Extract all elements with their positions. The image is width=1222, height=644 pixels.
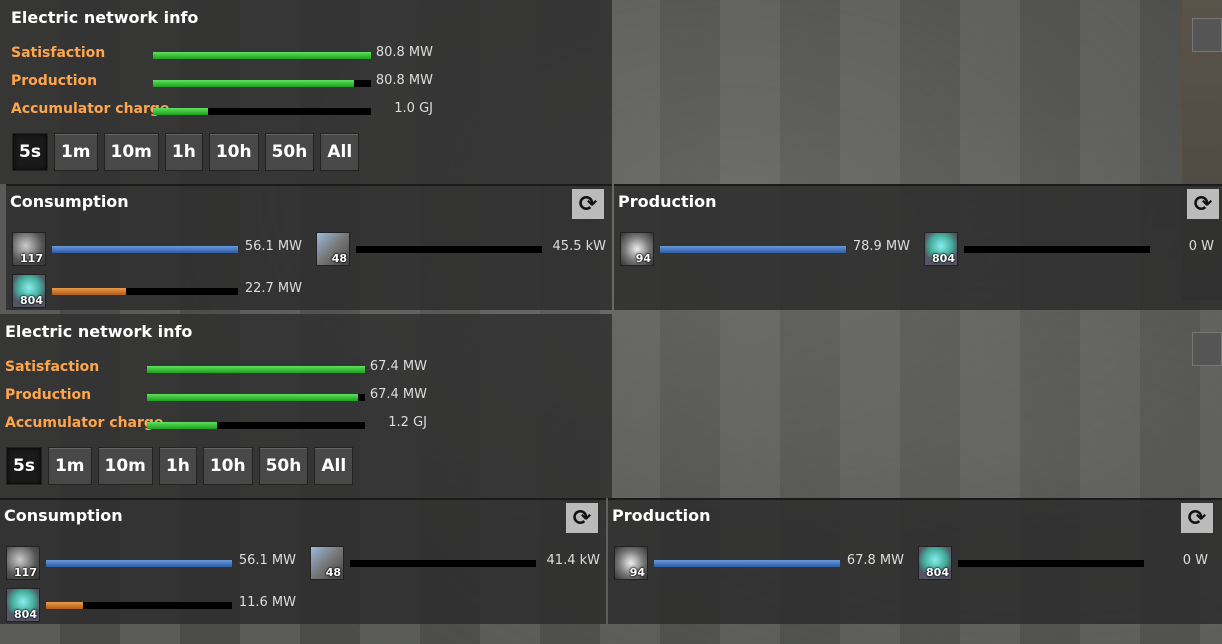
- window-title: Electric network info: [5, 322, 193, 341]
- consumption-panel: Consumption ⟳ 117 56.1 MW 48 41.4 kW 804 11.6 M…: [0, 498, 606, 624]
- time-button-5s[interactable]: 5s: [12, 133, 48, 171]
- time-range-buttons: 5s 1m 10m 1h 10h 50h All: [12, 133, 360, 171]
- stat-row-satisfaction: Satisfaction 80.8 MW: [11, 45, 451, 67]
- refresh-icon[interactable]: ⟳: [571, 188, 605, 220]
- time-button-1h[interactable]: 1h: [158, 447, 197, 485]
- stat-label: Production: [11, 73, 98, 89]
- time-button-5s[interactable]: 5s: [6, 447, 42, 485]
- inserter-icon: 48: [310, 546, 344, 580]
- window-title: Electric network info: [11, 8, 199, 27]
- stat-label: Satisfaction: [5, 359, 100, 375]
- beacon-icon: 804: [924, 232, 958, 266]
- time-button-50h[interactable]: 50h: [258, 447, 309, 485]
- assembling-machine-icon: 117: [12, 232, 46, 266]
- power-bar-fill: [52, 288, 127, 295]
- stat-row-accumulator-charge: Accumulator charge 1.0 GJ: [11, 101, 451, 123]
- stat-row-production: Production 67.4 MW: [5, 387, 445, 409]
- consumption-title: Consumption: [4, 506, 123, 525]
- stat-row-production: Production 80.8 MW: [11, 73, 451, 95]
- inserter-icon: 48: [316, 232, 350, 266]
- steam-engine-icon: 94: [620, 232, 654, 266]
- stat-row-accumulator-charge: Accumulator charge 1.2 GJ: [5, 415, 445, 437]
- time-button-10h[interactable]: 10h: [208, 133, 259, 171]
- power-value: 56.1 MW: [244, 239, 302, 254]
- power-value: 67.8 MW: [846, 553, 904, 568]
- stat-value: 67.4 MW: [369, 387, 427, 402]
- stat-value: 1.2 GJ: [388, 415, 427, 430]
- network-entry[interactable]: 94 67.8 MW: [614, 546, 914, 580]
- time-button-10h[interactable]: 10h: [202, 447, 253, 485]
- power-value: 56.1 MW: [238, 553, 296, 568]
- entity-count: 804: [932, 252, 955, 265]
- refresh-icon[interactable]: ⟳: [1186, 188, 1220, 220]
- time-button-1m[interactable]: 1m: [53, 133, 98, 171]
- entity-count: 94: [635, 252, 651, 265]
- time-button-50h[interactable]: 50h: [264, 133, 315, 171]
- time-range-buttons: 5s 1m 10m 1h 10h 50h All: [6, 447, 354, 485]
- stat-value: 80.8 MW: [375, 73, 433, 88]
- stat-label: Accumulator charge: [11, 101, 170, 117]
- production-title: Production: [612, 506, 711, 525]
- entity-count: 94: [629, 566, 645, 579]
- network-entry[interactable]: 48 45.5 kW: [316, 232, 616, 266]
- time-button-10m[interactable]: 10m: [103, 133, 159, 171]
- power-value: 41.4 kW: [546, 553, 600, 568]
- entity-count: 48: [331, 252, 347, 265]
- network-entry[interactable]: 804 0 W: [924, 232, 1222, 266]
- network-entry[interactable]: 117 56.1 MW: [6, 546, 306, 580]
- entity-count: 48: [325, 566, 341, 579]
- refresh-icon[interactable]: ⟳: [565, 502, 599, 534]
- time-button-1h[interactable]: 1h: [164, 133, 203, 171]
- power-value: 45.5 kW: [552, 239, 606, 254]
- power-value: 78.9 MW: [852, 239, 910, 254]
- entity-count: 117: [20, 252, 43, 265]
- beacon-icon: 804: [918, 546, 952, 580]
- time-button-all[interactable]: All: [320, 133, 360, 171]
- stat-label: Accumulator charge: [5, 415, 164, 431]
- time-button-10m[interactable]: 10m: [97, 447, 153, 485]
- stat-progress-fill: [147, 422, 217, 429]
- time-button-1m[interactable]: 1m: [47, 447, 92, 485]
- steam-engine-icon: 94: [614, 546, 648, 580]
- production-title: Production: [618, 192, 717, 211]
- refresh-icon[interactable]: ⟳: [1180, 502, 1214, 534]
- time-button-all[interactable]: All: [314, 447, 354, 485]
- network-entry[interactable]: 804 0 W: [918, 546, 1218, 580]
- stat-value: 1.0 GJ: [394, 101, 433, 116]
- power-value: 0 W: [1188, 239, 1214, 254]
- consumption-panel: Consumption ⟳ 117 56.1 MW 48 45.5 kW 804 22.7 M…: [6, 184, 612, 310]
- beacon-icon: 804: [12, 274, 46, 308]
- network-entry[interactable]: 804 22.7 MW: [12, 274, 312, 308]
- entity-count: 804: [14, 608, 37, 621]
- assembling-machine-icon: 117: [6, 546, 40, 580]
- electric-network-panel: Electric network info Satisfaction 80.8 MW…: [0, 0, 1222, 314]
- stat-row-satisfaction: Satisfaction 67.4 MW: [5, 359, 445, 381]
- consumption-title: Consumption: [10, 192, 129, 211]
- entity-count: 117: [14, 566, 37, 579]
- stat-label: Production: [5, 387, 92, 403]
- entity-count: 804: [926, 566, 949, 579]
- production-panel: Production ⟳ 94 67.8 MW 804 0 W: [608, 498, 1222, 624]
- power-bar-fill: [46, 602, 84, 609]
- power-value: 11.6 MW: [238, 595, 296, 610]
- electric-network-panel: Electric network info Satisfaction 67.4 MW…: [0, 314, 1222, 628]
- power-value: 0 W: [1182, 553, 1208, 568]
- entity-count: 804: [20, 294, 43, 307]
- network-entry[interactable]: 804 11.6 MW: [6, 588, 306, 622]
- stat-value: 67.4 MW: [369, 359, 427, 374]
- production-panel: Production ⟳ 94 78.9 MW 804 0 W: [614, 184, 1222, 310]
- stat-label: Satisfaction: [11, 45, 106, 61]
- stat-progress-fill: [153, 108, 208, 115]
- beacon-icon: 804: [6, 588, 40, 622]
- stat-value: 80.8 MW: [375, 45, 433, 60]
- power-value: 22.7 MW: [244, 281, 302, 296]
- network-entry[interactable]: 48 41.4 kW: [310, 546, 610, 580]
- network-entry[interactable]: 94 78.9 MW: [620, 232, 920, 266]
- network-entry[interactable]: 117 56.1 MW: [12, 232, 312, 266]
